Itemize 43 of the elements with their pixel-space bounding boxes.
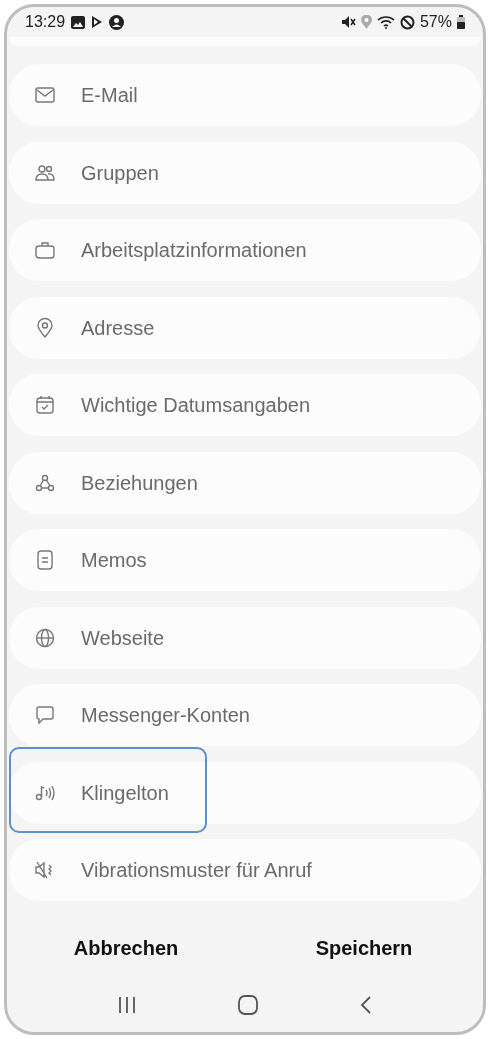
battery-icon [457,15,465,29]
status-time: 13:29 [25,12,66,32]
blocked-icon [399,14,415,30]
globe-icon [34,626,56,649]
field-row[interactable]: Messenger-Konten [9,684,481,746]
field-row[interactable]: Wichtige Datumsangaben [9,374,481,436]
field-label: Gruppen [81,160,159,186]
field-row[interactable]: Webseite [9,606,481,669]
field-label: Messenger-Konten [81,703,250,728]
calendar-icon [34,394,56,416]
home-icon[interactable] [238,994,258,1015]
field-label: Klingelton [81,780,169,806]
envelope-icon [34,84,56,106]
field-row[interactable]: Adresse [9,296,481,359]
field-label: Beziehungen [81,470,198,496]
memo-icon [34,549,56,571]
save-button[interactable]: Speichern [311,933,417,963]
battery-percent: 57% [419,12,452,32]
cancel-button[interactable]: Abbrechen [69,933,183,963]
field-row[interactable]: E-Mail [9,64,481,126]
field-label: Adresse [81,315,155,341]
field-row[interactable]: Arbeitsplatzinformationen [9,219,481,281]
field-label: Webseite [81,625,164,651]
field-label: Memos [81,548,147,573]
chat-bubble-icon [34,704,56,726]
location-pin-icon [34,316,56,339]
account-icon [109,14,125,30]
wifi-icon [376,15,395,29]
field-row[interactable]: Vibrationsmuster für Anruf [9,839,481,901]
location-icon [360,15,372,29]
field-label: Vibrationsmuster für Anruf [81,858,312,883]
field-row[interactable]: Memos [9,529,481,591]
mute-icon [340,15,356,29]
briefcase-icon [34,239,56,261]
field-row[interactable]: Klingelton [9,761,481,824]
field-label: Wichtige Datumsangaben [81,393,310,418]
gallery-icon [71,15,86,29]
field-label: E-Mail [81,83,138,108]
back-icon[interactable] [360,995,372,1014]
field-row[interactable]: Gruppen [9,141,481,204]
field-label: Arbeitsplatzinformationen [81,238,307,263]
field-row[interactable]: Beziehungen [9,451,481,514]
recent-apps-icon[interactable] [118,995,136,1014]
